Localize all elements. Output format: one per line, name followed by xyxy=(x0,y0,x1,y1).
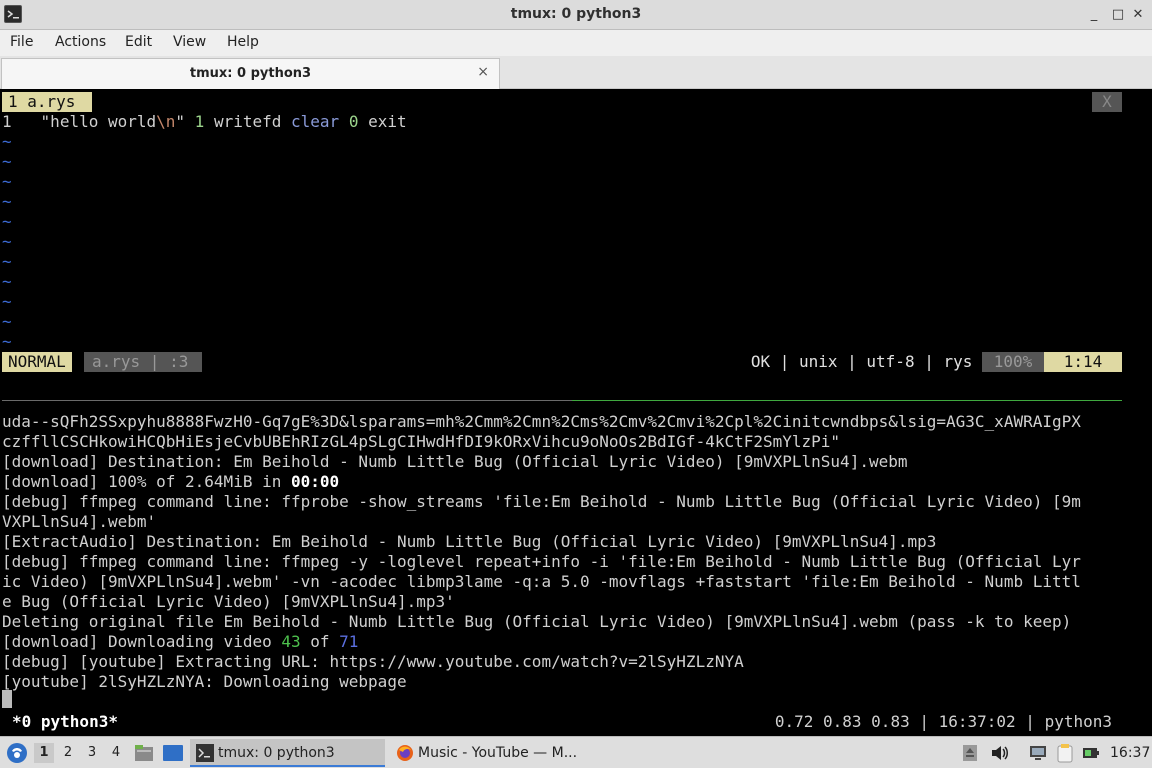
progress-time: 00:00 xyxy=(290,472,340,491)
menu-help[interactable]: Help xyxy=(227,34,259,50)
task-label: Music - YouTube — M... xyxy=(418,745,578,761)
output-line: Deleting original file Em Beihold - Numb… xyxy=(2,612,1072,631)
tab-label: tmux: 0 python3 xyxy=(189,66,312,81)
menu-file[interactable]: File xyxy=(10,34,33,50)
terminal-cursor xyxy=(2,690,12,708)
output-line: e Bug (Official Lyric Video) [9mVXPLlnSu… xyxy=(2,592,455,611)
code-word: exit xyxy=(358,112,407,131)
empty-line-marker: ~ xyxy=(2,172,12,191)
tab-tmux[interactable]: tmux: 0 python3 × xyxy=(1,58,500,89)
eject-icon[interactable] xyxy=(962,737,980,768)
workspace-1[interactable]: 1 xyxy=(34,743,54,763)
vim-file-format: OK | unix | utf-8 | rys xyxy=(750,352,982,371)
empty-line-marker: ~ xyxy=(2,292,12,311)
power-icon[interactable] xyxy=(1082,737,1102,768)
taskbar: 1 2 3 4 tmux: 0 python3 Music - YouTube … xyxy=(0,736,1152,768)
empty-line-marker: ~ xyxy=(2,232,12,251)
output-line: [youtube] 2lSyHZLzNYA: Downloading webpa… xyxy=(2,672,407,691)
task-tmux[interactable]: tmux: 0 python3 xyxy=(190,739,385,767)
code-escape: \n xyxy=(156,112,176,131)
tmux-window[interactable]: *0 python3* xyxy=(12,712,118,732)
workspace-4[interactable]: 4 xyxy=(106,743,126,763)
start-menu-icon[interactable] xyxy=(6,737,28,768)
downloading-current: 43 xyxy=(281,632,301,651)
output-line: [ExtractAudio] Destination: Em Beihold -… xyxy=(2,532,937,551)
menu-bar: File Actions Edit View Help xyxy=(0,30,1152,56)
empty-line-marker: ~ xyxy=(2,312,12,331)
empty-line-marker: ~ xyxy=(2,132,12,151)
vim-statusline: NORMAL a.rys | :3 OK | unix | utf-8 | ry… xyxy=(2,352,1122,372)
output-line: [download] 100% of 2.64MiB in 00:00 xyxy=(2,472,339,492)
tab-close-icon[interactable]: × xyxy=(477,64,489,80)
vim-percent: 100% xyxy=(982,352,1044,372)
code-word: writefd xyxy=(204,112,292,131)
code-string: "hello world xyxy=(40,112,157,131)
output-line: [debug] [youtube] Extracting URL: https:… xyxy=(2,652,744,671)
close-button[interactable]: ✕ xyxy=(1128,5,1148,25)
task-label: tmux: 0 python3 xyxy=(218,745,335,761)
empty-line-marker: ~ xyxy=(2,252,12,271)
menu-edit[interactable]: Edit xyxy=(125,34,152,50)
network-icon[interactable] xyxy=(1028,737,1048,768)
vim-mode: NORMAL xyxy=(2,352,72,372)
tmux-status-right: 0.72 0.83 0.83 | 16:37:02 | python3 xyxy=(774,712,1112,731)
empty-line-marker: ~ xyxy=(2,212,12,231)
window-title: tmux: 0 python3 xyxy=(510,6,642,22)
line-number: 1 xyxy=(2,112,12,131)
output-line: uda--sQFh2SSxpyhu8888FwzH0-Gq7gE%3D&lspa… xyxy=(2,412,1081,431)
window-titlebar[interactable]: tmux: 0 python3 _ □ ✕ xyxy=(0,0,1152,30)
code-keyword: clear xyxy=(291,112,340,131)
downloading-mid: of xyxy=(300,632,340,651)
output-line: VXPLlnSu4].webm' xyxy=(2,512,157,531)
pane-divider-right xyxy=(572,400,1122,401)
empty-line-marker: ~ xyxy=(2,332,12,351)
output-line: [download] Downloading video 43 of 71 xyxy=(2,632,358,652)
clock[interactable]: 16:37 xyxy=(1110,737,1150,768)
vim-close-tab[interactable]: X xyxy=(1092,92,1122,112)
vim-cursor-position: 1:14 xyxy=(1044,352,1122,372)
file-manager-icon[interactable] xyxy=(134,737,154,768)
output-line: [debug] ffmpeg command line: ffprobe -sh… xyxy=(2,492,1081,511)
vim-buffer-tab[interactable]: 1 a.rys xyxy=(2,92,92,112)
tab-bar: tmux: 0 python3 × xyxy=(0,56,1152,89)
workspace-3[interactable]: 3 xyxy=(82,743,102,763)
menu-actions[interactable]: Actions xyxy=(55,34,106,50)
menu-view[interactable]: View xyxy=(173,34,206,50)
workspace-2[interactable]: 2 xyxy=(58,743,78,763)
output-line: [download] Destination: Em Beihold - Num… xyxy=(2,452,908,471)
code-line: 1 "hello world\n" 1 writefd clear 0 exit xyxy=(2,112,407,132)
maximize-button[interactable]: □ xyxy=(1108,5,1128,25)
vim-file-info: a.rys | :3 xyxy=(84,352,202,372)
output-line: [debug] ffmpeg command line: ffmpeg -y -… xyxy=(2,552,1081,571)
pane-divider-left xyxy=(2,400,572,401)
code-string-close: " xyxy=(175,112,195,131)
volume-icon[interactable] xyxy=(990,737,1010,768)
code-number: 1 xyxy=(194,112,205,131)
terminal-icon xyxy=(196,744,214,762)
output-line: czffllCSCHkowiHCQbHiEsjeCvbUBEhRIzGL4pSL… xyxy=(2,432,841,451)
empty-line-marker: ~ xyxy=(2,192,12,211)
downloading-total: 71 xyxy=(339,632,359,651)
terminal[interactable]: 1 a.rys X 1 "hello world\n" 1 writefd cl… xyxy=(0,90,1152,736)
task-firefox[interactable]: Music - YouTube — M... xyxy=(390,739,590,767)
progress-prefix: [download] 100% of 2.64MiB in xyxy=(2,472,291,491)
empty-line-marker: ~ xyxy=(2,152,12,171)
tmux-statusbar: *0 python3* 0.72 0.83 0.83 | 16:37:02 | … xyxy=(2,712,1122,732)
output-line: ic Video) [9mVXPLlnSu4].webm' -vn -acode… xyxy=(2,572,1081,591)
minimize-button[interactable]: _ xyxy=(1084,5,1104,25)
clipboard-icon[interactable] xyxy=(1056,737,1076,768)
firefox-icon xyxy=(397,745,413,761)
downloading-prefix: [download] Downloading video xyxy=(2,632,282,651)
empty-line-marker: ~ xyxy=(2,272,12,291)
show-desktop-icon[interactable] xyxy=(162,737,184,768)
